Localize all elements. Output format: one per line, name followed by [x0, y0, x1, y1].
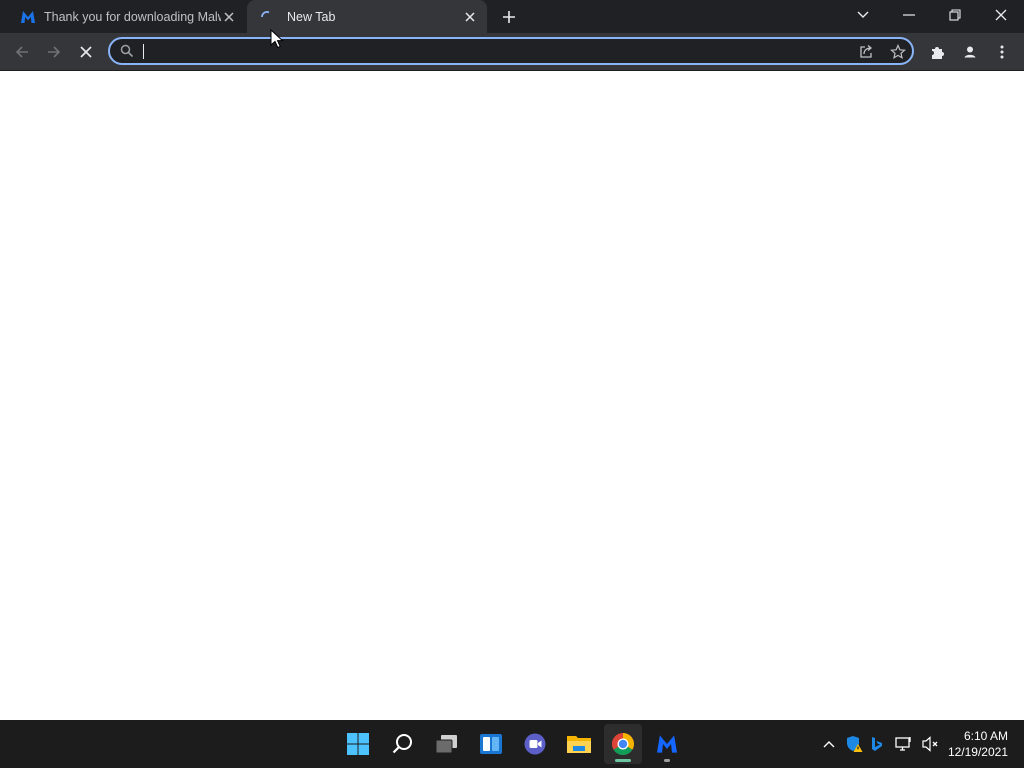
file-explorer-button[interactable] — [560, 724, 598, 764]
tab-search-button[interactable] — [850, 4, 876, 26]
close-icon — [995, 9, 1007, 21]
tab-strip: Thank you for downloading Malw New Tab — [0, 0, 1024, 33]
defender-tray-icon[interactable] — [844, 734, 864, 754]
search-icon — [120, 44, 134, 58]
restore-button[interactable] — [942, 4, 968, 26]
puzzle-icon — [932, 47, 944, 59]
show-hidden-icons-button[interactable] — [819, 734, 839, 754]
minimize-icon — [903, 14, 915, 16]
taskbar: 6:10 AM 12/19/2021 — [0, 720, 1024, 768]
bookmark-button[interactable] — [888, 42, 908, 62]
close-window-button[interactable] — [988, 4, 1014, 26]
chat-icon — [524, 733, 546, 755]
network-icon — [895, 737, 911, 751]
share-icon — [860, 45, 873, 58]
tab-title: Thank you for downloading Malw — [44, 9, 221, 24]
chrome-button[interactable] — [604, 724, 642, 764]
address-bar[interactable] — [108, 37, 914, 65]
plus-icon — [503, 11, 515, 23]
malwarebytes-logo-icon — [20, 9, 36, 25]
widgets-button[interactable] — [472, 724, 510, 764]
taskbar-search-button[interactable] — [384, 724, 422, 764]
star-icon — [890, 44, 906, 60]
running-indicator — [664, 759, 670, 762]
extensions-button[interactable] — [927, 41, 949, 63]
forward-arrow-icon — [48, 46, 61, 58]
menu-button[interactable] — [991, 41, 1013, 63]
chat-button[interactable] — [516, 724, 554, 764]
address-input[interactable] — [142, 41, 842, 61]
chevron-down-icon — [857, 11, 869, 18]
browser-toolbar — [0, 33, 1024, 71]
clock-time: 6:10 AM — [963, 729, 1008, 743]
task-view-button[interactable] — [428, 724, 466, 764]
kebab-menu-icon — [1000, 45, 1004, 59]
profile-button[interactable] — [959, 41, 981, 63]
bing-tray-icon[interactable] — [867, 734, 887, 754]
mouse-pointer-icon — [270, 29, 284, 49]
start-button[interactable] — [339, 724, 377, 764]
minimize-button[interactable] — [896, 4, 922, 26]
close-icon[interactable] — [221, 9, 237, 25]
loading-spinner-icon — [259, 9, 275, 25]
chevron-up-icon — [823, 741, 835, 748]
chrome-icon — [612, 733, 634, 755]
page-content — [0, 71, 1024, 720]
search-icon — [392, 734, 412, 754]
restore-icon — [949, 9, 961, 21]
profile-icon — [961, 43, 979, 61]
new-tab-button[interactable] — [500, 8, 518, 26]
volume-muted-icon — [922, 736, 938, 752]
stop-button[interactable] — [75, 41, 97, 63]
malwarebytes-button[interactable] — [648, 724, 686, 764]
close-icon[interactable] — [462, 9, 478, 25]
volume-tray-icon[interactable] — [920, 734, 940, 754]
task-view-icon — [435, 735, 457, 754]
defender-warning-icon — [847, 736, 863, 752]
windows-start-icon — [347, 733, 369, 755]
bing-icon — [872, 737, 882, 751]
clock-date: 12/19/2021 — [947, 745, 1008, 759]
system-clock[interactable]: 6:10 AM 12/19/2021 — [948, 728, 1008, 760]
tab-malwarebytes[interactable]: Thank you for downloading Malw — [8, 0, 246, 33]
back-button[interactable] — [11, 41, 33, 63]
widgets-icon — [480, 734, 502, 754]
text-caret — [143, 44, 144, 59]
folder-icon — [567, 736, 591, 753]
network-tray-icon[interactable] — [894, 734, 914, 754]
share-button[interactable] — [856, 42, 876, 62]
running-indicator — [615, 759, 631, 762]
malwarebytes-logo-icon — [657, 735, 677, 753]
back-arrow-icon — [15, 46, 28, 58]
forward-button[interactable] — [43, 41, 65, 63]
stop-x-icon — [80, 46, 92, 58]
tab-title: New Tab — [287, 9, 336, 24]
